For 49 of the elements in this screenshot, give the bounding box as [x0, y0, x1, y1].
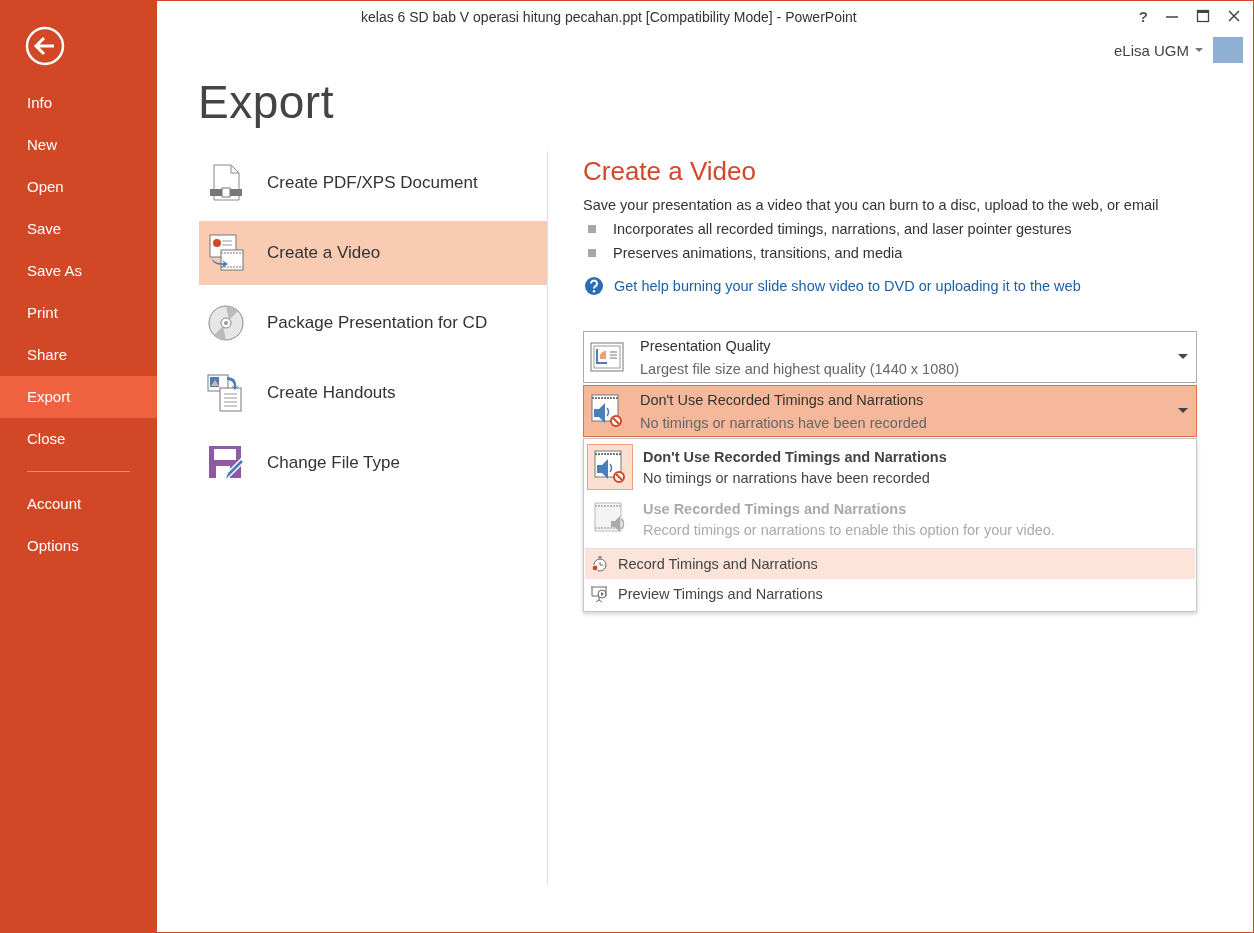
no-audio-video-icon	[593, 449, 627, 485]
help-icon	[584, 276, 604, 296]
maximize-icon[interactable]	[1196, 9, 1210, 23]
page-title: Export	[198, 75, 335, 129]
help-button[interactable]: ?	[1138, 7, 1148, 25]
sidebar-item[interactable]: Share	[0, 334, 157, 376]
document-icon	[209, 164, 243, 202]
section-title: Create a Video	[583, 156, 757, 187]
slide-to-video-icon	[208, 234, 244, 272]
sidebar-item[interactable]: Open	[0, 166, 157, 208]
menu-command[interactable]: Preview Timings and Narrations	[585, 579, 1195, 609]
back-button[interactable]	[25, 26, 65, 66]
sidebar-item[interactable]: Close	[0, 418, 157, 460]
presentation-play-icon	[590, 585, 608, 603]
dropdown[interactable]: Don't Use Recorded Timings and Narrations No timings or narrations have been recorded	[583, 385, 1197, 437]
sidebar-item[interactable]: Save As	[0, 250, 157, 292]
caret-icon	[1178, 408, 1188, 414]
bullet-text: Incorporates all recorded timings, narrations, and laser pointer gestures	[613, 221, 1072, 237]
description-text: Save your presentation as a video that you can burn to a disc, upload to the web, or email	[583, 197, 1160, 213]
sidebar-item[interactable]: Account	[0, 483, 157, 525]
sidebar-item[interactable]: Save	[0, 208, 157, 250]
bullet-text: Preserves animations, transitions, and media	[613, 245, 903, 261]
menu-command[interactable]: Record Timings and Narrations	[585, 548, 1195, 579]
caret-icon	[1178, 354, 1188, 360]
disc-icon	[207, 304, 245, 342]
sidebar-item[interactable]: Print	[0, 292, 157, 334]
stopwatch-icon	[590, 555, 608, 573]
save-edit-icon	[208, 444, 244, 482]
export-option[interactable]: Change File Type	[199, 431, 547, 495]
sidebar-item[interactable]: Options	[0, 525, 157, 567]
sidebar-item[interactable]: Info	[0, 82, 157, 124]
help-link[interactable]: Get help burning your slide show video to DVD or uploading it to the web	[614, 278, 1081, 294]
window-title: kelas 6 SD bab V operasi hitung pecahan.ppt [Compatibility Mode] - PowerPoint	[361, 9, 857, 25]
no-audio-video-icon	[590, 393, 624, 429]
bullet-icon	[588, 249, 596, 257]
export-option[interactable]: Create PDF/XPS Document	[199, 151, 547, 215]
dropdown[interactable]: Presentation Quality Largest file size and highest quality (1440 x 1080)	[583, 331, 1197, 383]
sidebar-item[interactable]: New	[0, 124, 157, 166]
export-option[interactable]: Create Handouts	[199, 361, 547, 425]
avatar-image	[1213, 37, 1243, 63]
caret-icon[interactable]	[1195, 47, 1203, 53]
bullet-icon	[588, 225, 596, 233]
close-icon[interactable]	[1227, 9, 1241, 23]
user-name[interactable]: eLisa UGM	[1113, 41, 1189, 59]
slide-icon	[590, 342, 624, 372]
menu-option[interactable]: Don't Use Recorded Timings and Narrations No timings or narrations have been recorded	[584, 441, 1196, 493]
export-option[interactable]: Create a Video	[199, 221, 547, 285]
export-option[interactable]: Package Presentation for CD	[199, 291, 547, 355]
handouts-icon	[207, 374, 245, 412]
